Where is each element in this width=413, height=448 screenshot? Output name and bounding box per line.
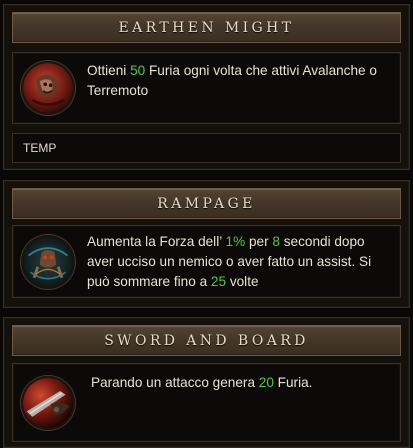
talent-body: Aumenta la Forza dell’ 1% per 8 secondi … — [12, 225, 401, 298]
talent-title-bar: RAMPAGE — [12, 188, 401, 219]
description-text: volte — [226, 274, 259, 289]
talent-footer: TEMP — [12, 133, 401, 163]
rampage-icon — [21, 235, 75, 289]
description-text: Parando un attacco genera — [91, 375, 259, 390]
highlight-value: 25 — [210, 274, 227, 289]
talent-title: EARTHEN MIGHT — [118, 19, 295, 36]
description-text: Aumenta la Forza dell’ — [87, 234, 226, 249]
talent-panel-rampage: RAMPAGE Aumenta la Forza dell’ 1% per 8 … — [3, 180, 410, 308]
talent-description: Parando un attacco genera 20 Furia. — [91, 373, 392, 393]
talent-title-bar: SWORD AND BOARD — [12, 325, 401, 356]
talent-panel-earthen-might: EARTHEN MIGHT Ottieni 50 Furia ogni volt… — [3, 4, 410, 170]
talent-body: Ottieni 50 Furia ogni volta che attivi A… — [12, 52, 401, 124]
talent-footer-label: TEMP — [23, 141, 57, 155]
talent-body: Parando un attacco genera 20 Furia. — [12, 363, 401, 442]
highlight-value: 20 — [258, 375, 274, 390]
description-text: Ottieni — [87, 63, 131, 78]
sword-and-board-icon — [21, 376, 75, 430]
description-text: per — [245, 234, 273, 249]
description-text: Furia. — [273, 375, 313, 390]
talent-panel-sword-and-board: SWORD AND BOARD Parando un attacco gener… — [3, 317, 410, 448]
highlight-value: 8 — [272, 234, 280, 249]
talent-description: Ottieni 50 Furia ogni volta che attivi A… — [87, 61, 392, 101]
talent-description: Aumenta la Forza dell’ 1% per 8 secondi … — [87, 232, 392, 292]
highlight-value: 50 — [130, 63, 146, 78]
earthen-might-icon — [21, 61, 75, 115]
talent-title: RAMPAGE — [157, 195, 256, 212]
highlight-value: 1% — [225, 234, 246, 249]
talent-title: SWORD AND BOARD — [104, 332, 309, 349]
talent-title-bar: EARTHEN MIGHT — [12, 12, 401, 43]
